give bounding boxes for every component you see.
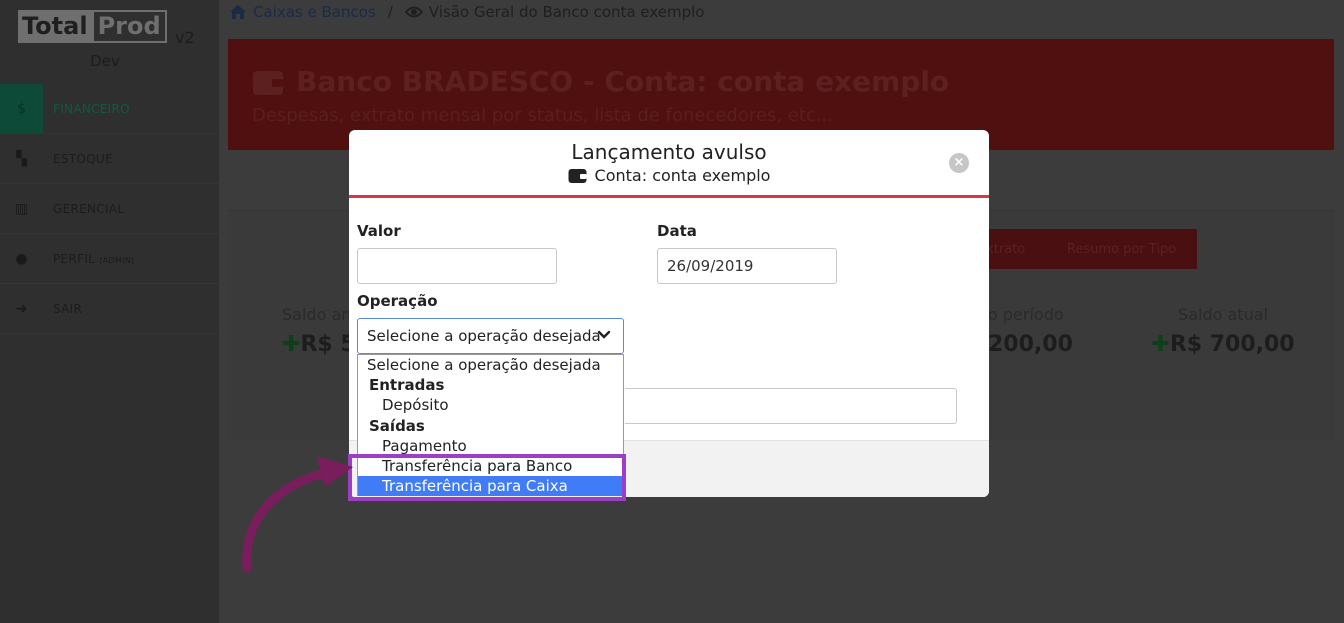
stat-periodo: o período 200,00 <box>988 305 1088 357</box>
chevron-down-icon <box>597 330 611 339</box>
sidebar-item-perfil[interactable]: ● PERFIL (ADMIN) <box>0 234 219 284</box>
tab-resumo-por-tipo[interactable]: Resumo por Tipo <box>1067 242 1176 257</box>
sidebar-item-label: SAIR <box>53 301 83 316</box>
option-transferencia-banco[interactable]: Transferência para Banco <box>358 456 623 476</box>
sidebar-item-gerencial[interactable]: ▥ GERENCIAL <box>0 184 219 234</box>
stat-saldo-atual: Saldo atual ✚R$ 700,00 <box>1142 305 1304 357</box>
option-pagamento[interactable]: Pagamento <box>358 436 623 456</box>
operacao-dropdown-list: Selecione a operação desejada Entradas D… <box>357 354 624 497</box>
sidebar-nav: $ FINANCEIRO ▚ ESTOQUE ▥ GERENCIAL ● PER… <box>0 83 219 334</box>
page-title: Banco BRADESCO - Conta: conta exemplo <box>296 65 950 98</box>
sidebar-item-financeiro[interactable]: $ FINANCEIRO <box>0 83 219 134</box>
logo[interactable]: Total Prod <box>18 10 167 43</box>
modal-header: Lançamento avulso Conta: conta exemplo × <box>349 130 989 198</box>
wallet-icon <box>253 70 283 95</box>
eye-icon <box>404 6 423 18</box>
sign-out-icon: ➔ <box>15 300 28 317</box>
logo-version: v2 <box>175 28 195 47</box>
boxes-icon: ▚ <box>16 150 27 167</box>
plus-icon: ✚ <box>282 332 301 357</box>
sidebar-item-label: PERFIL (ADMIN) <box>43 252 134 266</box>
sidebar-item-label: FINANCEIRO <box>53 101 130 116</box>
optgroup-entradas: Entradas <box>369 376 445 395</box>
user-icon: ● <box>15 250 28 267</box>
sidebar-item-label: GERENCIAL <box>53 201 125 216</box>
valor-input[interactable] <box>357 248 557 284</box>
option-transferencia-caixa[interactable]: Transferência para Caixa <box>358 476 623 497</box>
home-icon <box>230 5 246 19</box>
sidebar: Total Prod v2 Dev $ FINANCEIRO ▚ ESTOQUE… <box>0 0 219 623</box>
breadcrumb: Caixas e Bancos / Visão Geral do Banco c… <box>229 2 705 22</box>
logo-prod: Prod <box>91 10 167 43</box>
sidebar-item-estoque[interactable]: ▚ ESTOQUE <box>0 134 219 184</box>
modal-subtitle: Conta: conta exemplo <box>594 166 771 185</box>
chart-icon: ▥ <box>14 200 29 217</box>
page-title-row: Banco BRADESCO - Conta: conta exemplo <box>252 65 949 98</box>
breadcrumb-link[interactable]: Caixas e Bancos <box>253 3 376 21</box>
breadcrumb-current: Visão Geral do Banco conta exemplo <box>428 3 705 21</box>
operacao-label: Operação <box>357 292 438 310</box>
dollar-icon: $ <box>0 83 43 134</box>
stat-value: ✚R$ 700,00 <box>1142 332 1304 357</box>
wallet-icon <box>568 168 587 183</box>
modal-title: Lançamento avulso <box>571 140 767 164</box>
operacao-selected-value: Selecione a operação desejada <box>367 327 601 345</box>
page-subtitle: Despesas, extrato mensal por status, lis… <box>252 105 833 126</box>
logo-total: Total <box>18 10 92 43</box>
data-input[interactable]: 26/09/2019 <box>657 248 837 284</box>
option-deposito[interactable]: Depósito <box>358 395 623 415</box>
stat-label: o período <box>988 305 1064 324</box>
description-input[interactable] <box>625 388 957 424</box>
sidebar-item-sair[interactable]: ➔ SAIR <box>0 284 219 334</box>
operacao-select[interactable]: Selecione a operação desejada <box>357 318 624 354</box>
plus-icon: ✚ <box>1151 332 1170 357</box>
perfil-role: (ADMIN) <box>99 255 135 265</box>
environment-label: Dev <box>90 52 120 70</box>
stat-amount: 200,00 <box>988 332 1073 357</box>
option-placeholder[interactable]: Selecione a operação desejada <box>358 355 623 375</box>
sidebar-item-label: ESTOQUE <box>53 151 113 166</box>
modal-subtitle-row: Conta: conta exemplo <box>349 166 989 185</box>
breadcrumb-separator: / <box>387 3 393 21</box>
close-button[interactable]: × <box>949 153 969 173</box>
curved-arrow-icon <box>242 456 353 573</box>
valor-label: Valor <box>357 222 401 240</box>
optgroup-saidas: Saídas <box>369 416 425 435</box>
stat-label: Saldo atual <box>1178 305 1268 324</box>
stat-amount: R$ 700,00 <box>1169 332 1295 357</box>
perfil-text: PERFIL <box>53 251 96 266</box>
data-label: Data <box>657 222 697 240</box>
view-tabs: Extrato Resumo por Tipo <box>957 229 1197 269</box>
